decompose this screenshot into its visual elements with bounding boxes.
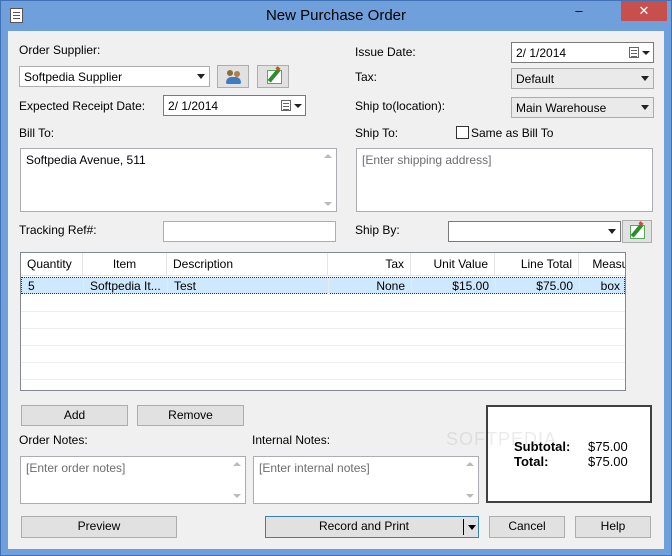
select-supplier-button[interactable] bbox=[217, 65, 249, 88]
column-header-measure[interactable]: Measure bbox=[579, 253, 625, 276]
same-as-bill-to-label: Same as Bill To bbox=[471, 126, 554, 140]
edit-icon bbox=[267, 70, 282, 84]
line-items-grid[interactable]: Quantity Item Description Tax Unit Value… bbox=[20, 252, 626, 391]
order-supplier-value: Softpedia Supplier bbox=[24, 70, 123, 84]
ship-to-label: Ship To: bbox=[355, 126, 399, 140]
ship-by-label: Ship By: bbox=[355, 223, 400, 237]
total-label: Total: bbox=[514, 454, 549, 469]
column-header-quantity[interactable]: Quantity bbox=[21, 253, 83, 276]
edit-shipper-button[interactable] bbox=[622, 220, 652, 243]
bill-to-value: Softpedia Avenue, 511 bbox=[26, 153, 146, 167]
totals-panel: Subtotal: $75.00 Total: $75.00 bbox=[486, 405, 652, 503]
remove-button[interactable]: Remove bbox=[137, 405, 244, 426]
chevron-down-icon bbox=[197, 74, 205, 79]
split-divider bbox=[463, 519, 464, 535]
scroll-up-icon bbox=[466, 462, 474, 466]
purchase-order-window: New Purchase Order – ✕ Order Supplier: S… bbox=[0, 0, 672, 556]
tax-value: Default bbox=[516, 72, 555, 86]
column-header-line-total[interactable]: Line Total bbox=[495, 253, 579, 276]
grid-header: Quantity Item Description Tax Unit Value… bbox=[21, 253, 625, 276]
chevron-down-icon bbox=[294, 104, 302, 108]
expected-receipt-label: Expected Receipt Date: bbox=[19, 99, 146, 113]
cell-measure: box bbox=[600, 279, 620, 293]
internal-notes-scrollbar[interactable] bbox=[461, 457, 478, 503]
grid-line bbox=[21, 379, 625, 380]
chevron-down-icon bbox=[608, 229, 616, 234]
subtotal-value: $75.00 bbox=[588, 439, 628, 454]
issue-date-value: 2/ 1/2014 bbox=[516, 46, 567, 60]
ship-to-placeholder: [Enter shipping address] bbox=[362, 153, 492, 167]
expected-receipt-value: 2/ 1/2014 bbox=[168, 99, 219, 113]
cell-item: Softpedia It... bbox=[84, 278, 168, 295]
scroll-down-icon bbox=[324, 202, 332, 206]
grid-line bbox=[21, 328, 625, 329]
record-and-print-label: Record and Print bbox=[318, 519, 410, 533]
order-supplier-select[interactable]: Softpedia Supplier bbox=[19, 66, 210, 87]
bill-to-textarea[interactable]: Softpedia Avenue, 511 bbox=[20, 148, 337, 212]
chevron-down-icon bbox=[642, 51, 650, 55]
record-and-print-button[interactable]: Record and Print bbox=[265, 516, 479, 538]
ship-to-location-select[interactable]: Main Warehouse bbox=[511, 97, 654, 118]
issue-date-label: Issue Date: bbox=[355, 45, 416, 59]
tracking-ref-input[interactable] bbox=[163, 221, 336, 242]
chevron-down-icon bbox=[641, 76, 649, 81]
tax-select[interactable]: Default bbox=[511, 68, 654, 89]
bill-to-scrollbar[interactable] bbox=[319, 149, 336, 211]
order-supplier-label: Order Supplier: bbox=[19, 43, 101, 57]
form-body: Order Supplier: Softpedia Supplier Expec… bbox=[8, 31, 664, 549]
cancel-button[interactable]: Cancel bbox=[489, 516, 565, 538]
scroll-down-icon bbox=[233, 494, 241, 498]
table-row[interactable]: 5 Softpedia It... Test None $15.00 $75.0… bbox=[21, 277, 625, 295]
issue-date-picker[interactable]: 2/ 1/2014 bbox=[511, 42, 654, 63]
total-value: $75.00 bbox=[588, 454, 628, 469]
internal-notes-textarea[interactable]: [Enter internal notes] bbox=[253, 456, 479, 504]
order-notes-label: Order Notes: bbox=[19, 433, 88, 447]
order-notes-scrollbar[interactable] bbox=[228, 457, 245, 503]
calendar-icon bbox=[629, 47, 639, 58]
scroll-up-icon bbox=[324, 154, 332, 158]
cell-description: Test bbox=[168, 278, 329, 295]
edit-icon bbox=[630, 225, 645, 239]
minimize-button[interactable]: – bbox=[568, 1, 590, 21]
add-button[interactable]: Add bbox=[21, 405, 128, 426]
ship-to-location-label: Ship to(location): bbox=[355, 99, 446, 113]
order-notes-textarea[interactable]: [Enter order notes] bbox=[20, 456, 246, 504]
cell-quantity: 5 bbox=[22, 278, 84, 295]
column-header-description[interactable]: Description bbox=[167, 253, 328, 276]
tax-label: Tax: bbox=[355, 70, 378, 84]
same-as-bill-to-checkbox[interactable] bbox=[456, 126, 469, 139]
ship-by-select[interactable] bbox=[448, 221, 621, 242]
column-header-unit-value[interactable]: Unit Value bbox=[411, 253, 495, 276]
help-button[interactable]: Help bbox=[575, 516, 651, 538]
column-header-item[interactable]: Item bbox=[83, 253, 167, 276]
ship-to-location-value: Main Warehouse bbox=[516, 101, 607, 115]
users-icon bbox=[226, 69, 242, 84]
grid-line bbox=[21, 345, 625, 346]
watermark: SOFTPEDIA bbox=[446, 429, 558, 449]
grid-line bbox=[21, 362, 625, 363]
column-header-tax[interactable]: Tax bbox=[328, 253, 411, 276]
scroll-down-icon bbox=[466, 494, 474, 498]
calendar-icon bbox=[281, 100, 291, 111]
grid-line bbox=[21, 311, 625, 312]
chevron-down-icon[interactable] bbox=[468, 525, 476, 530]
ship-to-textarea[interactable]: [Enter shipping address] bbox=[356, 148, 653, 212]
title-bar[interactable]: New Purchase Order – ✕ bbox=[1, 1, 671, 31]
expected-receipt-date-picker[interactable]: 2/ 1/2014 bbox=[163, 95, 306, 116]
chevron-down-icon bbox=[641, 105, 649, 110]
edit-supplier-button[interactable] bbox=[257, 65, 289, 88]
internal-notes-label: Internal Notes: bbox=[252, 433, 331, 447]
order-notes-placeholder: [Enter order notes] bbox=[26, 461, 126, 475]
cell-line-total: $75.00 bbox=[496, 278, 580, 295]
close-button[interactable]: ✕ bbox=[621, 1, 667, 21]
preview-button[interactable]: Preview bbox=[21, 516, 177, 538]
scroll-up-icon bbox=[233, 462, 241, 466]
cell-tax: None bbox=[329, 278, 412, 295]
tracking-ref-label: Tracking Ref#: bbox=[19, 223, 97, 237]
cell-unit-value: $15.00 bbox=[412, 278, 496, 295]
bill-to-label: Bill To: bbox=[19, 126, 55, 140]
internal-notes-placeholder: [Enter internal notes] bbox=[259, 461, 370, 475]
